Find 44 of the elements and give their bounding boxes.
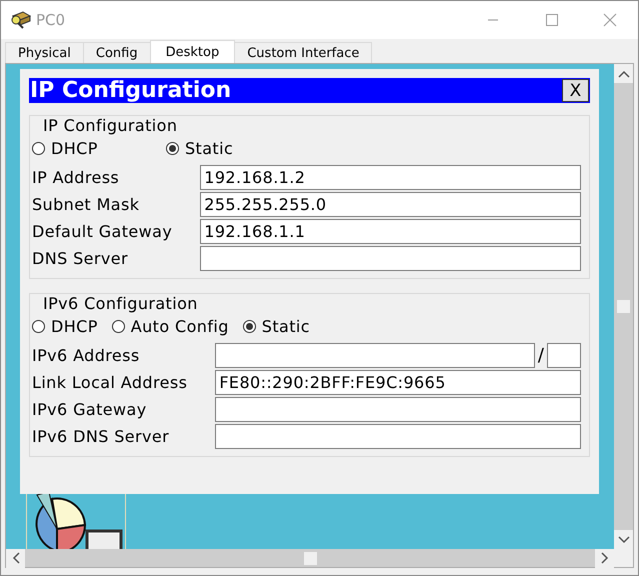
radio-option[interactable]: Auto Config: [112, 317, 229, 336]
tab[interactable]: Config: [82, 42, 151, 63]
scroll-left-icon[interactable]: [12, 552, 20, 564]
radio-button[interactable]: [112, 320, 125, 333]
tab[interactable]: Desktop: [150, 40, 236, 63]
field-label: DNS Server: [32, 248, 129, 270]
input-field[interactable]: 192.168.1.2: [200, 165, 581, 190]
dialog-title: IP Configuration: [29, 78, 232, 103]
scroll-thumb[interactable]: [617, 300, 630, 313]
field-label: IPv6 DNS Server: [32, 426, 170, 448]
tab[interactable]: Custom Interface: [234, 42, 372, 63]
radio-button[interactable]: [242, 320, 256, 333]
input-field[interactable]: [215, 424, 581, 449]
radio-option[interactable]: Static: [242, 317, 310, 336]
input-field[interactable]: 192.168.1.1: [200, 219, 581, 244]
horizontal-scrollbar[interactable]: [6, 549, 614, 567]
radio-button[interactable]: [166, 142, 179, 155]
radio-option[interactable]: DHCP: [32, 317, 98, 336]
radio-option[interactable]: Static: [166, 139, 234, 158]
scroll-up-icon[interactable]: [618, 70, 630, 78]
prefix-field[interactable]: [547, 343, 581, 368]
close-button[interactable]: X: [562, 79, 589, 102]
tab[interactable]: Physical: [5, 42, 84, 63]
field-label: Link Local Address: [32, 372, 188, 394]
field-label: Subnet Mask: [32, 194, 140, 216]
input-field[interactable]: [215, 397, 581, 422]
separator: /: [538, 345, 544, 366]
input-field[interactable]: [215, 343, 535, 368]
field-label: IP Address: [32, 167, 120, 189]
input-field[interactable]: [200, 246, 581, 271]
radio-button[interactable]: [32, 142, 45, 155]
field-label: Default Gateway: [32, 221, 172, 243]
input-field[interactable]: 255.255.255.0: [200, 192, 581, 217]
computer-icon: [10, 10, 32, 30]
scroll-down-icon[interactable]: [618, 536, 630, 544]
field-label: IPv6 Address: [32, 345, 141, 367]
window-title: PC0: [36, 11, 66, 29]
radio-button[interactable]: [32, 320, 45, 333]
radio-option[interactable]: DHCP: [32, 139, 152, 158]
input-field[interactable]: FE80::290:2BFF:FE9C:9665: [215, 370, 581, 395]
scroll-right-icon[interactable]: [600, 552, 608, 564]
scroll-thumb[interactable]: [304, 552, 316, 564]
vertical-scrollbar[interactable]: [614, 64, 633, 549]
field-label: IPv6 Gateway: [32, 399, 148, 421]
